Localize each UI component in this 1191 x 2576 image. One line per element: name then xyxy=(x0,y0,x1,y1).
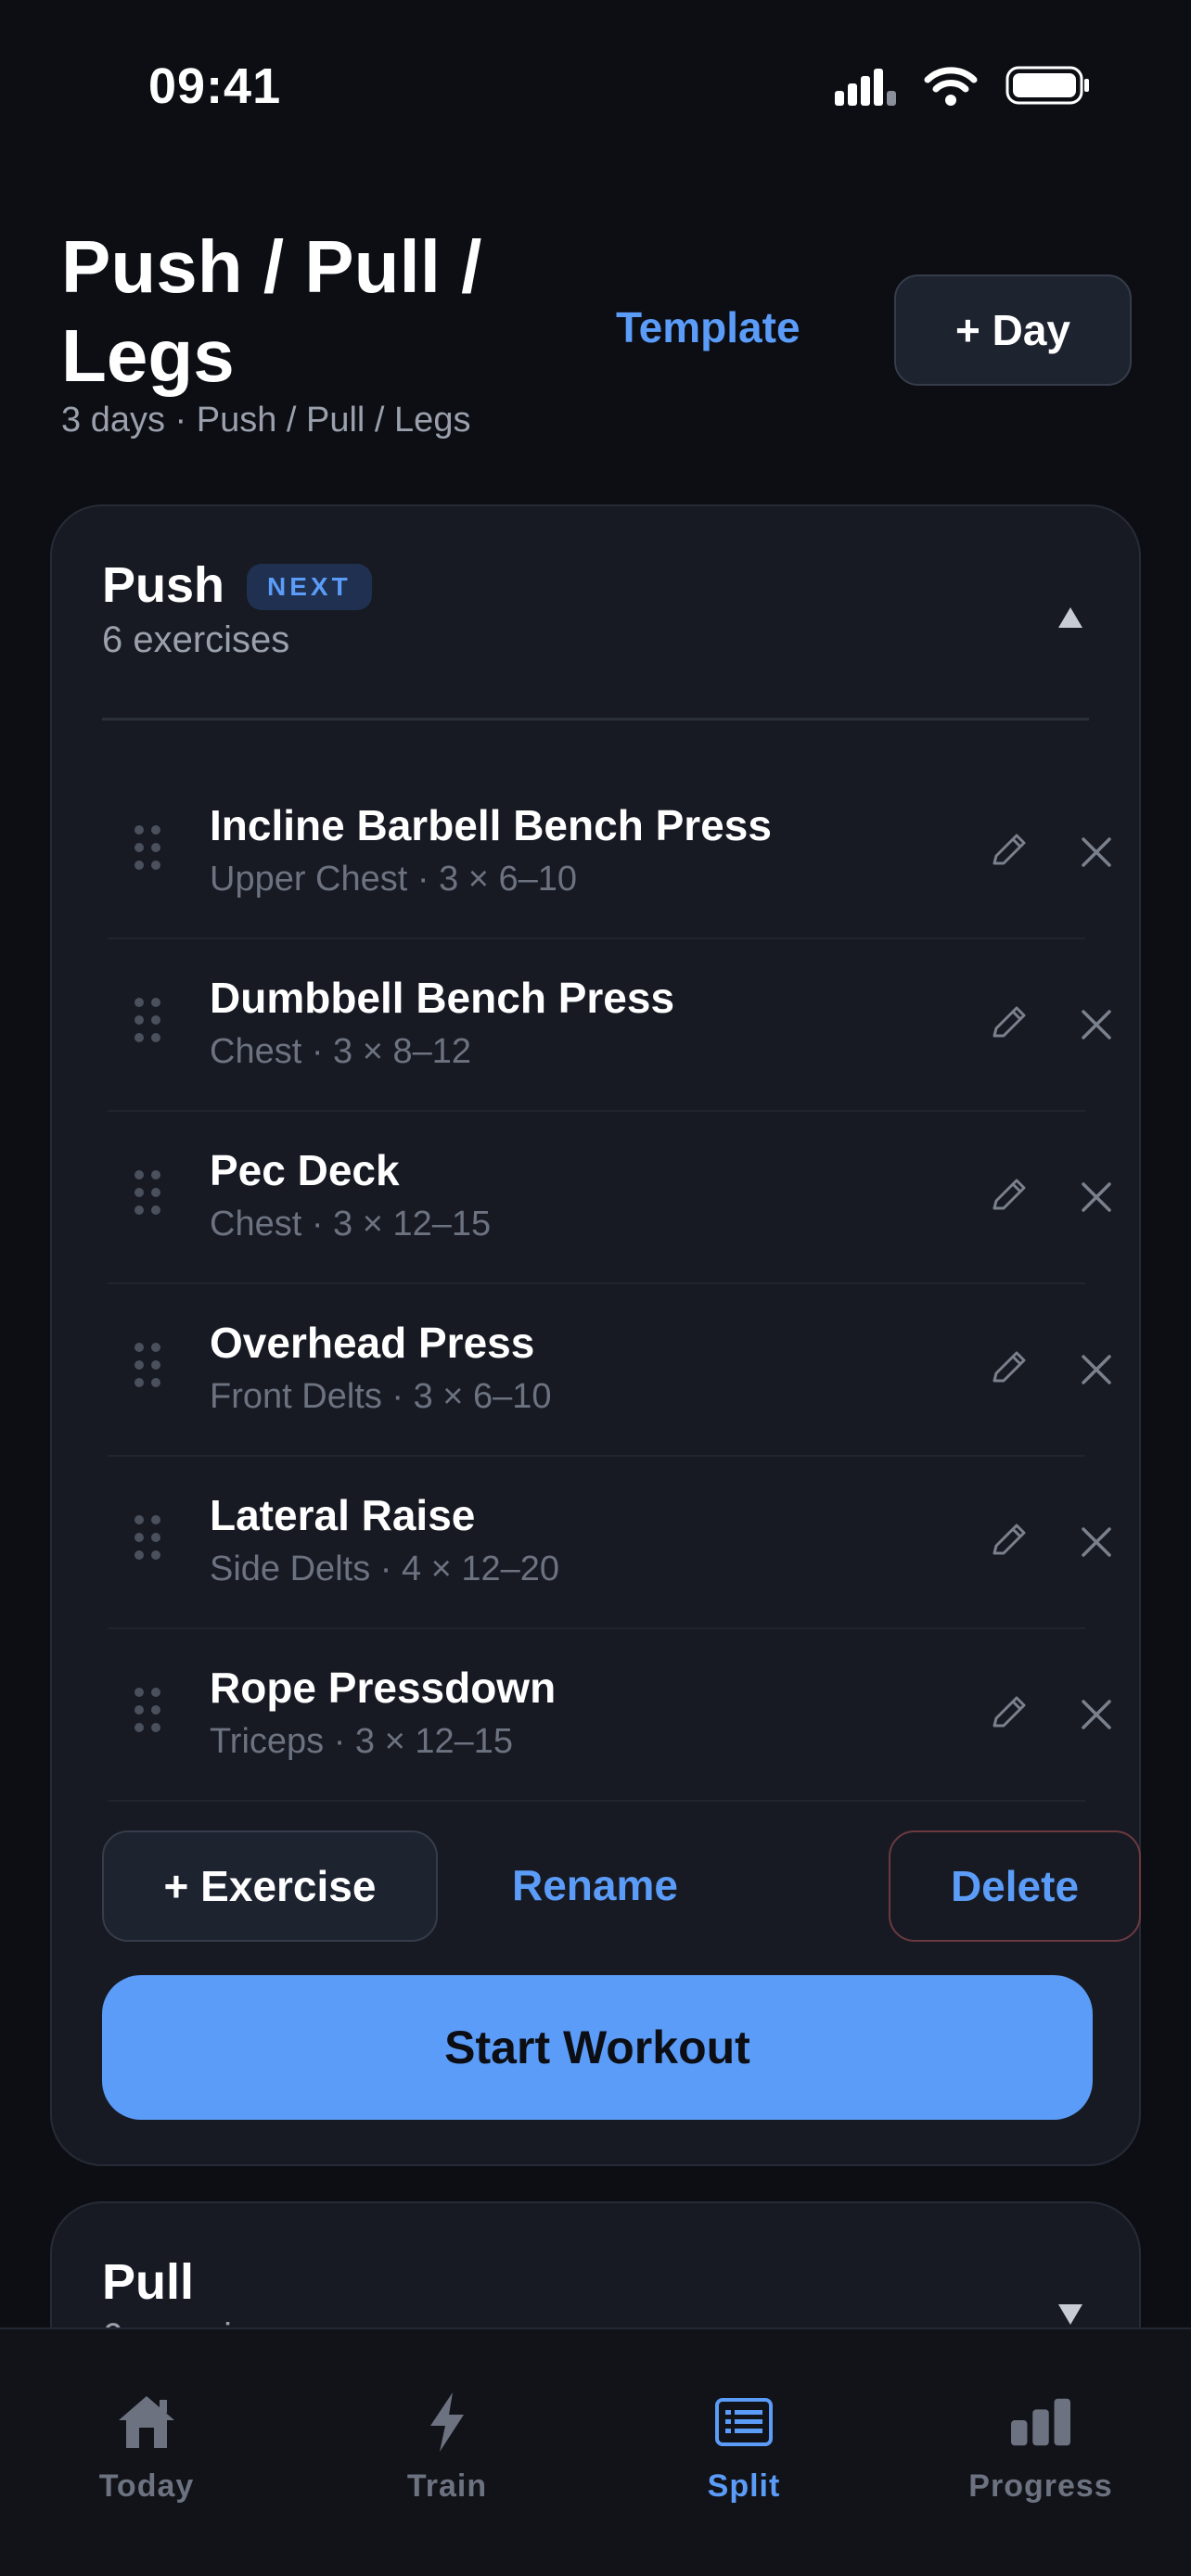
remove-x-icon[interactable] xyxy=(1078,1179,1115,1216)
drag-handle-icon[interactable] xyxy=(134,824,161,871)
exercise-row[interactable]: Dumbbell Bench Press Chest · 3 × 8–12 xyxy=(108,939,1111,1112)
collapse-icon[interactable] xyxy=(1052,599,1089,636)
wifi-icon xyxy=(924,67,978,106)
status-bar: 09:41 xyxy=(0,0,1191,176)
next-badge: NEXT xyxy=(247,564,372,610)
day-name: Pull xyxy=(102,2254,195,2310)
remove-x-icon[interactable] xyxy=(1078,1006,1115,1043)
exercise-detail: Chest · 3 × 12–15 xyxy=(210,1205,492,1243)
exercise-list: Incline Barbell Bench Press Upper Chest … xyxy=(108,767,1111,1802)
exercise-name: Pec Deck xyxy=(210,1146,400,1194)
exercise-detail: Front Delts · 3 × 6–10 xyxy=(210,1377,552,1416)
remove-x-icon[interactable] xyxy=(1078,1351,1115,1388)
tab-label: Today xyxy=(98,2468,195,2504)
edit-pencil-icon[interactable] xyxy=(987,830,1030,873)
edit-pencil-icon[interactable] xyxy=(987,1002,1030,1045)
drag-handle-icon[interactable] xyxy=(134,1687,161,1733)
exercise-detail: Upper Chest · 3 × 6–10 xyxy=(210,860,578,899)
remove-x-icon[interactable] xyxy=(1078,834,1115,871)
tab-progress[interactable]: Progress xyxy=(929,2392,1152,2522)
tab-label: Split xyxy=(707,2468,781,2504)
edit-pencil-icon[interactable] xyxy=(987,1520,1030,1562)
home-icon xyxy=(117,2392,176,2452)
divider xyxy=(102,718,1089,721)
day-actions: + Exercise Rename Delete xyxy=(102,1830,1141,1942)
remove-x-icon[interactable] xyxy=(1078,1524,1115,1561)
tab-today[interactable]: Today xyxy=(35,2392,258,2522)
start-workout-button[interactable]: Start Workout xyxy=(102,1975,1093,2120)
tab-label: Progress xyxy=(968,2468,1113,2504)
edit-pencil-icon[interactable] xyxy=(987,1347,1030,1390)
drag-handle-icon[interactable] xyxy=(134,997,161,1043)
exercise-row[interactable]: Overhead Press Front Delts · 3 × 6–10 xyxy=(108,1284,1111,1457)
bar-chart-icon xyxy=(1011,2392,1070,2452)
page-subtitle: 3 days · Push / Pull / Legs xyxy=(61,401,471,440)
exercise-count: 6 exercises xyxy=(102,619,290,660)
day-card-header[interactable]: Push NEXT 6 exercises xyxy=(102,556,1089,668)
edit-pencil-icon[interactable] xyxy=(987,1175,1030,1218)
add-exercise-button[interactable]: + Exercise xyxy=(102,1830,438,1942)
page-header: Push / Pull / Legs 3 days · Push / Pull … xyxy=(61,223,1132,445)
bolt-icon xyxy=(417,2392,477,2452)
rename-button[interactable]: Rename xyxy=(512,1860,678,1910)
drag-handle-icon[interactable] xyxy=(134,1514,161,1561)
tab-bar: Today Train Split Progress xyxy=(0,2327,1191,2576)
list-icon xyxy=(714,2392,774,2452)
exercise-name: Dumbbell Bench Press xyxy=(210,974,675,1022)
tab-split[interactable]: Split xyxy=(633,2392,855,2522)
drag-handle-icon[interactable] xyxy=(134,1342,161,1388)
template-button[interactable]: Template xyxy=(616,302,800,352)
add-day-button[interactable]: + Day xyxy=(894,274,1132,386)
exercise-detail: Chest · 3 × 8–12 xyxy=(210,1032,472,1071)
day-name: Push xyxy=(102,557,225,613)
tab-label: Train xyxy=(406,2468,488,2504)
delete-button[interactable]: Delete xyxy=(889,1830,1141,1942)
exercise-name: Incline Barbell Bench Press xyxy=(210,801,772,849)
cellular-signal-icon xyxy=(835,69,896,106)
exercise-detail: Side Delts · 4 × 12–20 xyxy=(210,1549,560,1588)
exercise-detail: Triceps · 3 × 12–15 xyxy=(210,1722,514,1761)
battery-icon xyxy=(1005,66,1089,105)
exercise-name: Lateral Raise xyxy=(210,1491,476,1539)
status-icons xyxy=(835,65,1091,106)
exercise-row[interactable]: Rope Pressdown Triceps · 3 × 12–15 xyxy=(108,1629,1111,1802)
status-time: 09:41 xyxy=(148,58,282,114)
page-title: Push / Pull / Legs xyxy=(61,225,482,397)
exercise-name: Rope Pressdown xyxy=(210,1664,557,1712)
exercise-name: Overhead Press xyxy=(210,1319,535,1367)
day-card-push: Push NEXT 6 exercises Incline Barbell Be… xyxy=(50,504,1141,2166)
remove-x-icon[interactable] xyxy=(1078,1696,1115,1733)
tab-train[interactable]: Train xyxy=(336,2392,558,2522)
exercise-row[interactable]: Lateral Raise Side Delts · 4 × 12–20 xyxy=(108,1457,1111,1629)
drag-handle-icon[interactable] xyxy=(134,1169,161,1216)
exercise-row[interactable]: Pec Deck Chest · 3 × 12–15 xyxy=(108,1112,1111,1284)
edit-pencil-icon[interactable] xyxy=(987,1692,1030,1735)
exercise-row[interactable]: Incline Barbell Bench Press Upper Chest … xyxy=(108,767,1111,939)
